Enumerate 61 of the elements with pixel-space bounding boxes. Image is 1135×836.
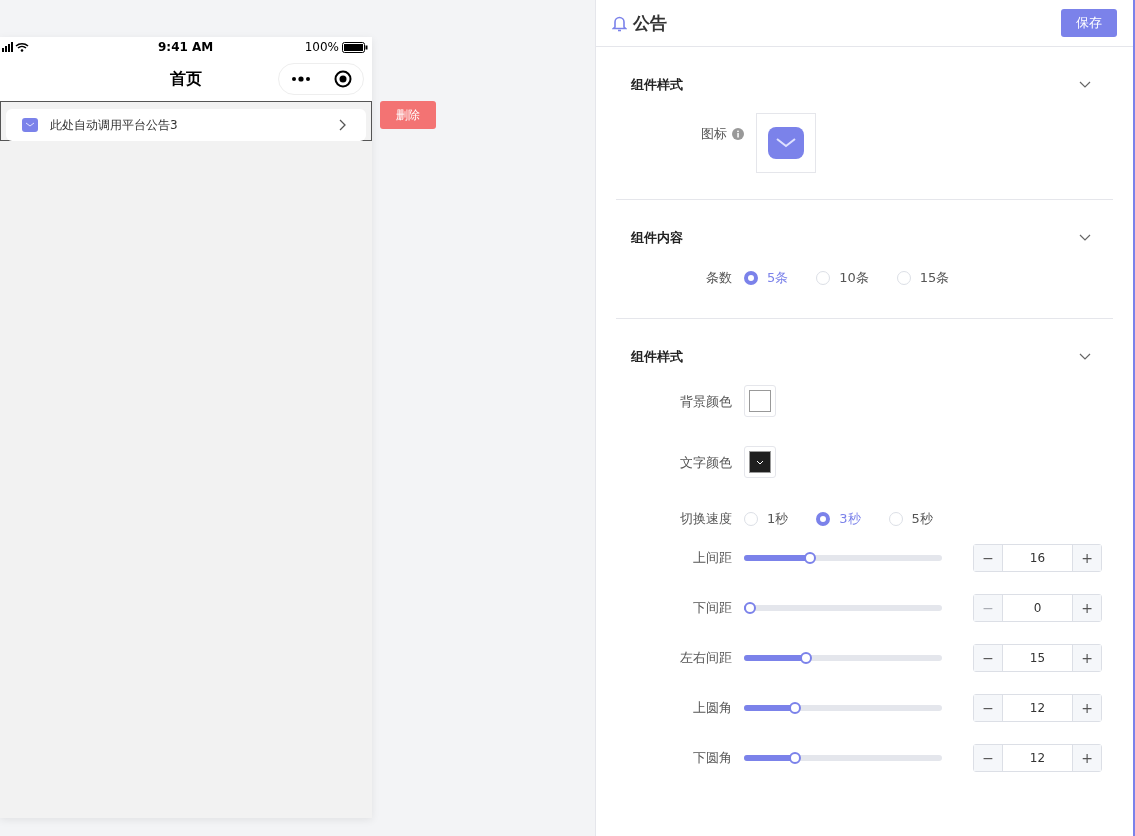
- radio-option[interactable]: 5条: [744, 269, 789, 287]
- field-label: 背景颜色: [679, 393, 733, 411]
- number-stepper[interactable]: − 15 +: [973, 644, 1102, 672]
- decrement-button[interactable]: −: [974, 645, 1002, 671]
- chevron-right-icon: [339, 119, 346, 131]
- number-stepper[interactable]: − 12 +: [973, 744, 1102, 772]
- battery-icon: [342, 41, 368, 53]
- field-label: 上圆角: [692, 699, 733, 717]
- increment-button[interactable]: +: [1073, 545, 1101, 571]
- field-label: 下圆角: [692, 749, 733, 767]
- field-label: 文字颜色: [679, 454, 733, 472]
- envelope-icon: [768, 127, 804, 159]
- slider-thumb[interactable]: [788, 752, 801, 764]
- increment-button[interactable]: +: [1073, 695, 1101, 721]
- section-title: 组件样式: [631, 76, 683, 94]
- radio-option[interactable]: 3秒: [816, 510, 861, 528]
- increment-button[interactable]: +: [1073, 745, 1101, 771]
- notice-text: 此处自动调用平台公告3: [50, 116, 179, 134]
- slider-thumb[interactable]: [788, 702, 801, 714]
- slider-thumb[interactable]: [803, 552, 816, 564]
- target-icon[interactable]: [333, 70, 352, 88]
- bell-icon: [612, 14, 627, 32]
- slider-track[interactable]: [744, 552, 942, 564]
- icon-picker[interactable]: [756, 113, 816, 173]
- section-title: 组件内容: [631, 229, 683, 247]
- decrement-button[interactable]: −: [974, 695, 1002, 721]
- field-label: 下间距: [692, 599, 733, 617]
- panel-title: 公告: [633, 11, 667, 35]
- status-time: 9:41 AM: [158, 40, 214, 54]
- chevron-down-icon[interactable]: [1079, 353, 1091, 361]
- slider-track[interactable]: [744, 752, 942, 764]
- more-icon[interactable]: [290, 76, 311, 82]
- notice-block[interactable]: 此处自动调用平台公告3: [0, 101, 372, 141]
- field-label: 图标: [701, 125, 727, 143]
- chevron-down-icon[interactable]: [1079, 81, 1091, 89]
- field-label: 上间距: [692, 549, 733, 567]
- radio-option[interactable]: 5秒: [888, 510, 933, 528]
- field-label: 切换速度: [679, 510, 733, 528]
- decrement-button[interactable]: −: [974, 745, 1002, 771]
- page-title: 首页: [170, 68, 202, 90]
- envelope-icon: [22, 118, 38, 132]
- radio-option[interactable]: 10条: [816, 269, 869, 287]
- slider-thumb[interactable]: [799, 652, 812, 664]
- number-stepper[interactable]: − 16 +: [973, 544, 1102, 572]
- increment-button[interactable]: +: [1073, 595, 1101, 621]
- caret-icon: [756, 459, 764, 465]
- field-label: 条数: [705, 269, 733, 287]
- number-stepper[interactable]: − 12 +: [973, 694, 1102, 722]
- slider-thumb[interactable]: [744, 602, 756, 614]
- increment-button[interactable]: +: [1073, 645, 1101, 671]
- section-title: 组件样式: [631, 348, 683, 366]
- decrement-button[interactable]: −: [974, 545, 1002, 571]
- slider-track[interactable]: [744, 652, 942, 664]
- battery-percent: 100%: [304, 40, 339, 54]
- info-icon: [732, 128, 744, 140]
- slider-track[interactable]: [744, 702, 942, 714]
- radio-option[interactable]: 1秒: [744, 510, 789, 528]
- chevron-down-icon[interactable]: [1079, 234, 1091, 242]
- radio-option[interactable]: 15条: [896, 269, 950, 287]
- field-label: 左右间距: [679, 649, 733, 667]
- slider-track[interactable]: [744, 602, 942, 614]
